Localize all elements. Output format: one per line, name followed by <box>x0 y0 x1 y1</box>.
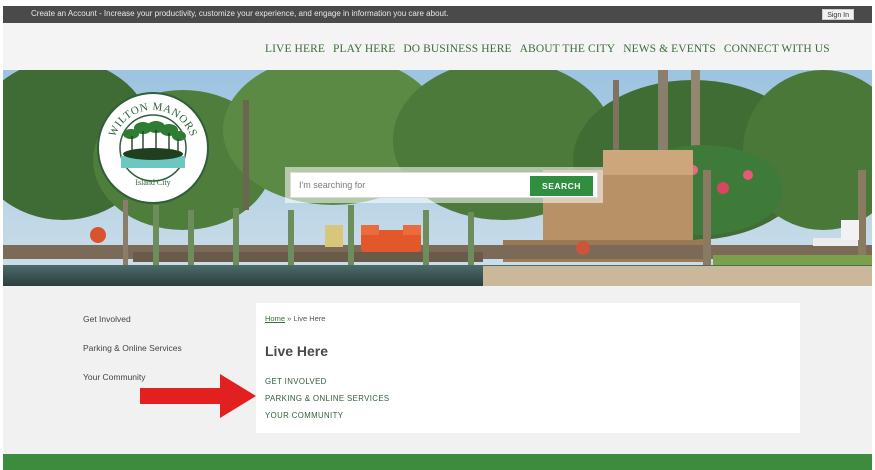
sidebar-item-get-involved[interactable]: Get Involved <box>83 314 182 324</box>
link-parking-online-services[interactable]: PARKING & ONLINE SERVICES <box>265 394 390 403</box>
content-card: Home » Live Here Live Here GET INVOLVED … <box>256 303 800 433</box>
red-arrow-annotation-icon <box>140 374 256 418</box>
nav-connect-with-us[interactable]: CONNECT WITH US <box>724 43 830 55</box>
breadcrumb-current: Live Here <box>293 314 326 323</box>
top-utility-bar: Create an Account - Increase your produc… <box>3 6 872 23</box>
breadcrumb-home-link[interactable]: Home <box>265 314 285 323</box>
search-box: SEARCH <box>290 172 598 198</box>
nav-live-here[interactable]: LIVE HERE <box>265 43 325 55</box>
nav-about-the-city[interactable]: ABOUT THE CITY <box>520 43 616 55</box>
site-header: LIVE HERE PLAY HERE DO BUSINESS HERE ABO… <box>3 23 872 70</box>
city-logo[interactable]: WILTON MANORS Island City <box>97 92 209 204</box>
sign-in-button[interactable]: Sign In <box>822 9 854 20</box>
hero-image: WILTON MANORS Island City I'm searching … <box>3 70 872 286</box>
page-frame: Create an Account - Increase your produc… <box>3 6 872 470</box>
breadcrumb: Home » Live Here <box>265 314 325 323</box>
link-your-community[interactable]: YOUR COMMUNITY <box>265 411 390 420</box>
footer-bar <box>3 454 872 470</box>
link-get-involved[interactable]: GET INVOLVED <box>265 377 390 386</box>
search-button[interactable]: SEARCH <box>530 176 593 196</box>
sidebar-item-parking-online-services[interactable]: Parking & Online Services <box>83 343 182 353</box>
logo-tagline: Island City <box>135 178 171 187</box>
search-input[interactable] <box>299 173 534 197</box>
search-panel: SEARCH <box>285 167 603 203</box>
main-nav: LIVE HERE PLAY HERE DO BUSINESS HERE ABO… <box>265 43 830 55</box>
nav-news-events[interactable]: NEWS & EVENTS <box>623 43 716 55</box>
nav-do-business-here[interactable]: DO BUSINESS HERE <box>403 43 511 55</box>
breadcrumb-separator: » <box>287 314 292 323</box>
section-links: GET INVOLVED PARKING & ONLINE SERVICES Y… <box>265 377 390 428</box>
create-account-link[interactable]: Create an Account - Increase your produc… <box>31 9 448 18</box>
page-title: Live Here <box>265 343 329 359</box>
nav-play-here[interactable]: PLAY HERE <box>333 43 395 55</box>
main-content-area: Get Involved Parking & Online Services Y… <box>3 286 872 454</box>
